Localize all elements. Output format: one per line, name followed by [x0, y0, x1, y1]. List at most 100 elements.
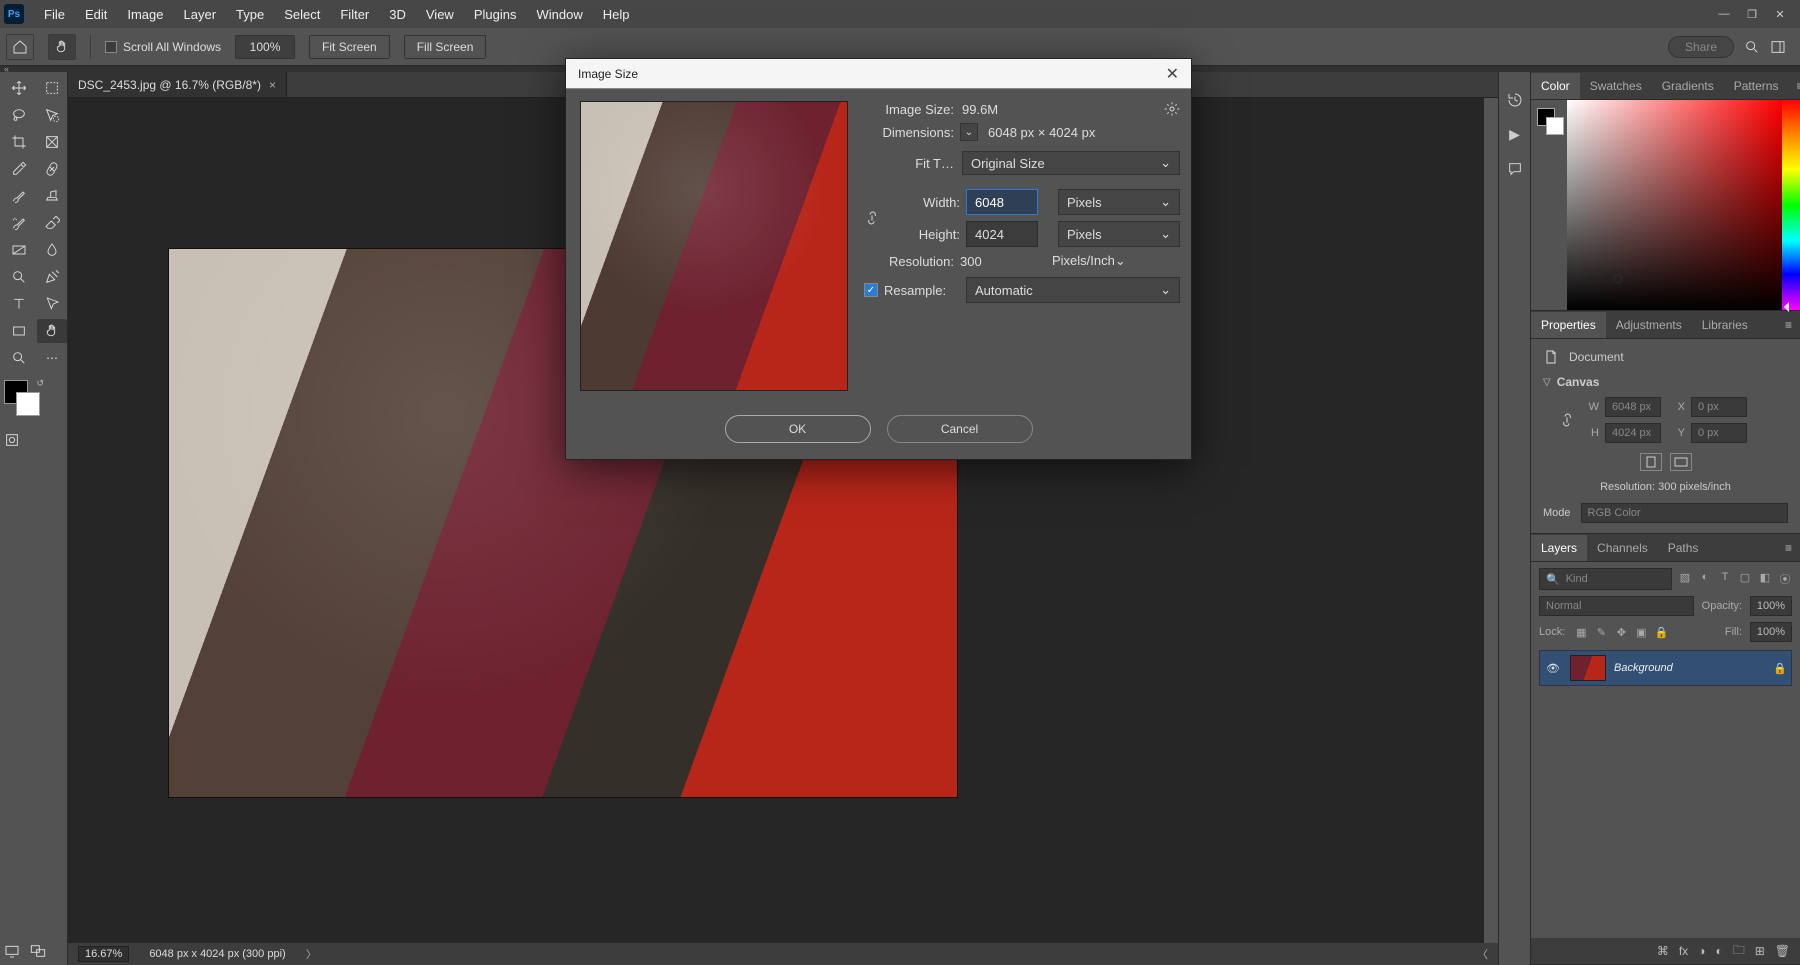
link-dimensions-icon[interactable]: [1559, 412, 1575, 428]
canvas-width-field[interactable]: 6048 px: [1605, 397, 1661, 417]
close-button[interactable]: ✕: [1766, 4, 1794, 24]
tab-color[interactable]: Color: [1531, 73, 1580, 99]
frame-tool[interactable]: [37, 130, 67, 154]
more-tools[interactable]: ⋯: [37, 346, 67, 370]
hand-tool[interactable]: [37, 319, 67, 343]
path-select-tool[interactable]: [37, 292, 67, 316]
menu-edit[interactable]: Edit: [75, 2, 117, 27]
mask-icon[interactable]: ◑: [1698, 944, 1705, 958]
menu-file[interactable]: File: [34, 2, 75, 27]
lock-paint-icon[interactable]: ✎: [1593, 624, 1609, 640]
fill-screen-button[interactable]: Fill Screen: [404, 35, 487, 59]
panel-menu-icon[interactable]: ≡: [1788, 75, 1800, 97]
tab-paths[interactable]: Paths: [1658, 535, 1709, 561]
filter-adjust-icon[interactable]: ◐: [1698, 571, 1712, 587]
lock-pixels-icon[interactable]: ▦: [1573, 624, 1589, 640]
layer-name[interactable]: Background: [1614, 662, 1765, 674]
type-tool[interactable]: [4, 292, 34, 316]
background-color[interactable]: [16, 392, 40, 416]
orientation-portrait[interactable]: [1640, 453, 1662, 471]
hand-tool-indicator[interactable]: [48, 34, 76, 60]
workspace-switcher-icon[interactable]: [1770, 39, 1786, 55]
constrain-proportions-icon[interactable]: [864, 210, 880, 226]
hue-slider[interactable]: [1782, 100, 1800, 310]
filter-smart-icon[interactable]: ◧: [1758, 571, 1772, 587]
height-unit-select[interactable]: Pixels⌄: [1058, 221, 1180, 247]
menu-3d[interactable]: 3D: [379, 2, 416, 27]
history-panel-icon[interactable]: [1507, 92, 1523, 108]
canvas-height-field[interactable]: 4024 px: [1605, 423, 1661, 443]
tab-gradients[interactable]: Gradients: [1652, 73, 1724, 99]
minimize-button[interactable]: —: [1710, 4, 1738, 24]
menu-image[interactable]: Image: [117, 2, 173, 27]
resolution-unit-select[interactable]: Pixels/Inch⌄: [1052, 253, 1174, 269]
clone-stamp-tool[interactable]: [37, 184, 67, 208]
filter-image-icon[interactable]: ▧: [1678, 571, 1692, 587]
fit-screen-button[interactable]: Fit Screen: [309, 35, 390, 59]
screen-mode-full-icon[interactable]: [30, 943, 46, 959]
resample-select[interactable]: Automatic⌄: [966, 277, 1180, 303]
menu-filter[interactable]: Filter: [330, 2, 379, 27]
share-button[interactable]: Share: [1668, 36, 1734, 58]
zoom-tool[interactable]: [4, 346, 34, 370]
home-button[interactable]: [6, 34, 34, 60]
color-swatches[interactable]: ↺: [4, 380, 44, 420]
quick-select-tool[interactable]: [37, 103, 67, 127]
tab-channels[interactable]: Channels: [1587, 535, 1658, 561]
disclosure-icon[interactable]: ▽: [1543, 377, 1551, 388]
orientation-landscape[interactable]: [1670, 453, 1692, 471]
group-icon[interactable]: 🗀: [1733, 941, 1745, 962]
dialog-close-icon[interactable]: ✕: [1166, 64, 1179, 84]
scroll-all-windows-checkbox[interactable]: Scroll All Windows: [105, 40, 221, 54]
filter-toggle-icon[interactable]: ⦿: [1778, 571, 1792, 587]
tab-layers[interactable]: Layers: [1531, 535, 1587, 561]
dialog-preview[interactable]: [580, 101, 848, 391]
new-layer-icon[interactable]: ⊞: [1755, 944, 1765, 958]
healing-brush-tool[interactable]: [37, 157, 67, 181]
dodge-tool[interactable]: [4, 265, 34, 289]
layer-filter-kind[interactable]: 🔍Kind: [1539, 568, 1672, 590]
blur-tool[interactable]: [37, 238, 67, 262]
resample-checkbox[interactable]: ✓: [864, 283, 878, 297]
crop-tool[interactable]: [4, 130, 34, 154]
document-tab[interactable]: DSC_2453.jpg @ 16.7% (RGB/8*) ×: [68, 72, 287, 97]
tab-libraries[interactable]: Libraries: [1692, 312, 1758, 338]
status-zoom[interactable]: 16.67%: [78, 946, 129, 962]
opacity-value[interactable]: 100%: [1750, 596, 1792, 616]
height-input[interactable]: 4024: [966, 221, 1038, 247]
filter-shape-icon[interactable]: ▢: [1738, 571, 1752, 587]
visibility-icon[interactable]: 👁: [1544, 662, 1562, 675]
close-tab-icon[interactable]: ×: [269, 78, 276, 92]
saturation-value-field[interactable]: [1567, 100, 1782, 310]
layer-row-background[interactable]: 👁 Background 🔒: [1539, 650, 1792, 686]
lock-move-icon[interactable]: ✥: [1613, 624, 1629, 640]
menu-layer[interactable]: Layer: [174, 2, 227, 27]
lock-all-icon[interactable]: 🔒: [1653, 624, 1669, 640]
lasso-tool[interactable]: [4, 103, 34, 127]
tab-swatches[interactable]: Swatches: [1580, 73, 1652, 99]
zoom-value[interactable]: 100%: [235, 35, 295, 59]
menu-view[interactable]: View: [416, 2, 464, 27]
eyedropper-tool[interactable]: [4, 157, 34, 181]
pen-tool[interactable]: [37, 265, 67, 289]
search-icon[interactable]: [1744, 39, 1760, 55]
menu-window[interactable]: Window: [526, 2, 592, 27]
gear-icon[interactable]: [1164, 101, 1180, 117]
maximize-button[interactable]: ❐: [1738, 4, 1766, 24]
brush-tool[interactable]: [4, 184, 34, 208]
tab-patterns[interactable]: Patterns: [1724, 73, 1789, 99]
resolution-input[interactable]: 300: [960, 254, 1032, 269]
cancel-button[interactable]: Cancel: [887, 415, 1033, 443]
move-tool[interactable]: [4, 76, 34, 100]
menu-type[interactable]: Type: [226, 2, 274, 27]
adjustment-icon[interactable]: ◐: [1715, 944, 1722, 958]
actions-panel-icon[interactable]: ▶: [1509, 126, 1520, 143]
gradient-tool[interactable]: [4, 238, 34, 262]
fill-value[interactable]: 100%: [1750, 622, 1792, 642]
fit-to-select[interactable]: Original Size⌄: [962, 151, 1180, 175]
lock-artboard-icon[interactable]: ▣: [1633, 624, 1649, 640]
fg-bg-swatch[interactable]: [1537, 108, 1561, 134]
blend-mode-select[interactable]: Normal: [1539, 596, 1694, 616]
history-brush-tool[interactable]: [4, 211, 34, 235]
mode-select[interactable]: RGB Color: [1581, 503, 1788, 523]
